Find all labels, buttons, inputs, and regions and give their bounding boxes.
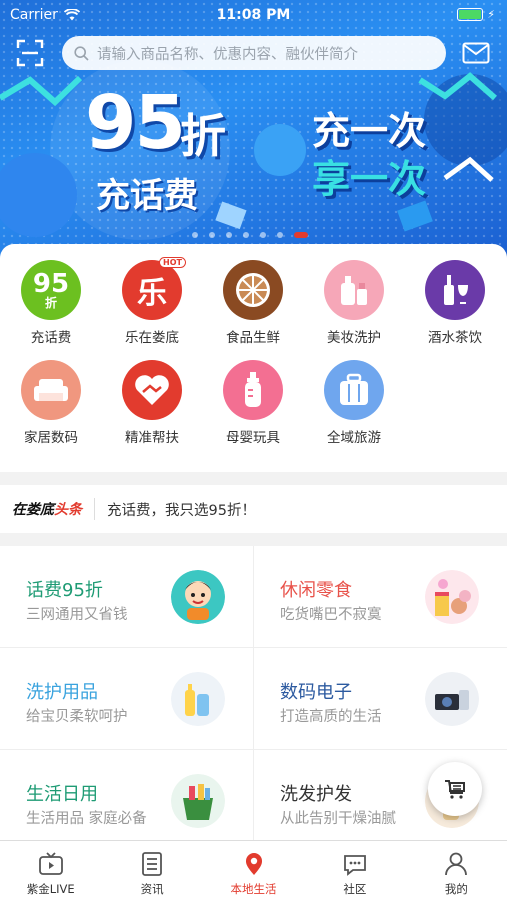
page-dot — [209, 232, 215, 238]
location-pin-icon — [245, 853, 262, 875]
chat-icon — [344, 855, 366, 876]
tv-icon — [38, 852, 63, 875]
news-icon — [142, 852, 163, 876]
banner-subtitle: 充话费 — [96, 176, 198, 216]
news-ticker[interactable]: 在娄底头条 充话费，我只选95折！ — [0, 485, 507, 533]
banner-discount-number: 95 — [85, 80, 186, 166]
headline-brand-a: 在娄底 — [12, 502, 54, 518]
tile-digital[interactable]: 数码电子 打造高质的生活 — [254, 648, 507, 750]
category-grid: 95 折 充话费 乐 HOT 乐在娄底 食品生鲜 美妆洗护 酒水茶饮 家居数码 … — [0, 244, 507, 472]
tab-label: 我的 — [444, 882, 468, 896]
wine-icon — [425, 260, 485, 320]
page-dot — [243, 232, 249, 238]
category-mother-baby[interactable]: 母婴玩具 — [203, 360, 303, 446]
cosmetics-icon — [324, 260, 384, 320]
category-label: 食品生鲜 — [226, 330, 280, 346]
snacks-icon — [425, 570, 479, 624]
tile-recharge-discount[interactable]: 话费95折 三网通用又省钱 — [0, 546, 253, 648]
category-fresh-food[interactable]: 食品生鲜 — [203, 260, 303, 346]
tab-news[interactable]: 资讯 — [101, 841, 202, 900]
tab-label: 社区 — [343, 882, 367, 896]
scan-icon[interactable] — [16, 39, 44, 67]
search-placeholder: 请输入商品名称、优惠内容、融伙伴简介 — [97, 46, 358, 63]
tile-snacks[interactable]: 休闲零食 吃货嘴巴不寂寞 — [254, 546, 507, 648]
tile-subtitle: 给宝贝柔软呵护 — [26, 709, 128, 725]
badge-char: 乐 — [137, 276, 167, 311]
handshake-heart-icon — [122, 360, 182, 420]
headline-divider — [94, 498, 95, 520]
category-label: 母婴玩具 — [226, 430, 280, 446]
message-icon[interactable] — [462, 42, 490, 64]
page-dot — [260, 232, 266, 238]
tab-mine[interactable]: 我的 — [406, 841, 507, 900]
banner-slogan-1: 充一次 — [312, 109, 427, 153]
category-label: 精准帮扶 — [125, 430, 179, 446]
tab-label: 紫金LIVE — [26, 882, 75, 896]
tile-title: 数码电子 — [280, 682, 352, 703]
status-bar: Carrier 11:08 PM ⚡ — [0, 0, 507, 30]
banner-slogan-2: 享一次 — [312, 157, 427, 201]
tile-title: 洗护用品 — [26, 682, 98, 703]
tile-subtitle: 三网通用又省钱 — [26, 607, 128, 623]
le-icon: 乐 HOT — [122, 257, 186, 320]
category-drinks[interactable]: 酒水茶饮 — [405, 260, 505, 346]
category-label: 美妆洗护 — [327, 330, 381, 346]
cart-icon — [445, 780, 465, 799]
tab-label: 本地生活 — [230, 882, 277, 896]
category-label: 全域旅游 — [327, 430, 381, 446]
tab-local-life[interactable]: 本地生活 — [203, 841, 304, 900]
tile-subtitle: 从此告别干燥油腻 — [280, 811, 396, 827]
promo-banner[interactable]: Carrier 11:08 PM ⚡ 请输入商品名称、优惠内容、融伙伴简介 95… — [0, 0, 507, 268]
search-input[interactable]: 请输入商品名称、优惠内容、融伙伴简介 — [62, 36, 446, 70]
daily-goods-icon — [171, 774, 225, 828]
category-home-digital[interactable]: 家居数码 — [1, 360, 101, 446]
tab-bar: 紫金LIVE 资讯 本地生活 社区 我的 — [0, 840, 507, 900]
category-le-loudi[interactable]: 乐 HOT 乐在娄底 — [102, 257, 202, 346]
baby-bottle-icon — [223, 360, 283, 420]
tile-subtitle: 生活用品 家庭必备 — [26, 811, 147, 827]
discount-95-icon: 95 折 — [21, 260, 81, 320]
category-label: 家居数码 — [24, 430, 78, 446]
page-dot — [192, 232, 198, 238]
page-dot — [277, 232, 283, 238]
clock: 11:08 PM — [216, 7, 291, 23]
boy-phone-icon — [171, 570, 225, 624]
tile-title: 生活日用 — [26, 784, 98, 805]
category-label: 充话费 — [30, 330, 72, 346]
tile-title: 休闲零食 — [280, 580, 352, 601]
sofa-icon — [21, 360, 81, 420]
tab-live[interactable]: 紫金LIVE — [0, 841, 101, 900]
badge-number: 95 — [32, 269, 70, 299]
tile-subtitle: 打造高质的生活 — [280, 709, 382, 725]
headline-text[interactable]: 充话费，我只选95折！ — [107, 499, 256, 520]
camera-icon — [425, 672, 479, 726]
luggage-icon — [324, 360, 384, 420]
category-recharge[interactable]: 95 折 充话费 — [1, 260, 101, 346]
category-tourism[interactable]: 全域旅游 — [304, 360, 404, 446]
category-cosmetics[interactable]: 美妆洗护 — [304, 260, 404, 346]
tile-title: 话费95折 — [26, 580, 103, 601]
search-icon — [74, 45, 89, 61]
tile-title: 洗发护发 — [280, 784, 352, 805]
person-icon — [445, 852, 468, 876]
cart-button[interactable] — [428, 762, 482, 816]
headline-brand-b: 头条 — [54, 502, 82, 518]
tile-subtitle: 吃货嘴巴不寂寞 — [280, 607, 382, 623]
headline-brand: 在娄底头条 — [12, 499, 82, 519]
category-label: 酒水茶饮 — [428, 330, 482, 346]
category-label: 乐在娄底 — [125, 330, 179, 346]
page-dot — [226, 232, 232, 238]
banner-page-indicator — [192, 232, 308, 238]
category-poverty-aid[interactable]: 精准帮扶 — [102, 360, 202, 446]
banner-discount-unit: 折 — [180, 109, 226, 163]
tile-daily-goods[interactable]: 生活日用 生活用品 家庭必备 — [0, 750, 253, 852]
toiletries-icon — [171, 672, 225, 726]
page-dot — [294, 232, 308, 238]
tab-community[interactable]: 社区 — [304, 841, 405, 900]
orange-slice-icon — [223, 260, 283, 320]
hot-badge: HOT — [159, 257, 186, 268]
battery-icon: ⚡ — [457, 8, 495, 21]
tab-label: 资讯 — [140, 882, 164, 896]
tile-care-products[interactable]: 洗护用品 给宝贝柔软呵护 — [0, 648, 253, 750]
